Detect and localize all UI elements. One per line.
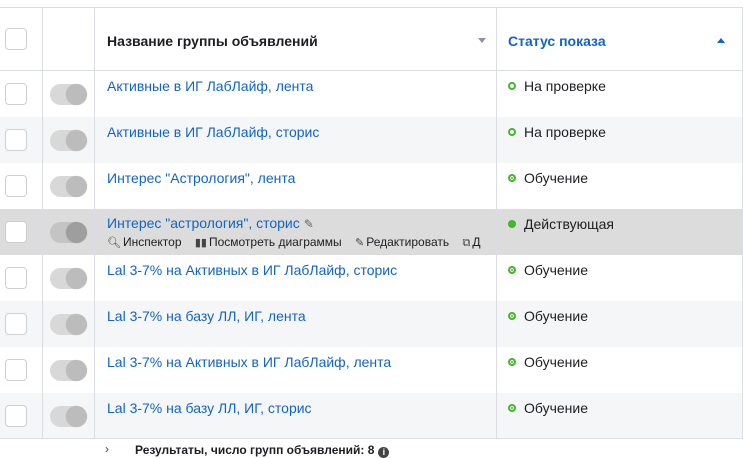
delivery-status: Обучение <box>508 400 588 416</box>
toggle-knob <box>66 314 87 335</box>
row-checkbox[interactable] <box>5 313 27 335</box>
delivery-status: Обучение <box>508 170 588 186</box>
inspector-label: Инспектор <box>122 235 182 249</box>
table-row[interactable]: Интерес "Астрология", лента Обучение <box>0 163 743 209</box>
duplicate-action[interactable]: ⧉ Д <box>462 235 480 249</box>
view-charts-label: Посмотреть диаграммы <box>208 235 342 249</box>
table-top-spacer <box>0 0 743 7</box>
row-checkbox[interactable] <box>5 405 27 427</box>
status-label: Обучение <box>524 354 589 370</box>
results-summary: Результаты, число групп объявлений: 8i <box>135 443 390 458</box>
edit-action[interactable]: ✎ Редактировать <box>355 235 449 249</box>
pencil-icon: ✎ <box>355 237 365 249</box>
row-toggle[interactable] <box>50 130 87 151</box>
table-header: Название группы объявлений Статус показа <box>0 7 743 71</box>
results-footer: › Результаты, число групп объявлений: 8i <box>0 438 743 458</box>
edit-label: Редактировать <box>366 235 450 249</box>
column-divider <box>94 7 95 457</box>
table-row[interactable]: Lal 3-7% на Активных в ИГ ЛабЛайф, лента… <box>0 347 743 393</box>
status-label: Действующая <box>524 216 615 232</box>
sort-arrow-up-icon[interactable] <box>717 38 725 43</box>
toggle-knob <box>66 406 87 427</box>
column-divider <box>496 7 497 438</box>
status-label: Обучение <box>524 308 589 324</box>
column-header-name[interactable]: Название группы объявлений <box>107 33 318 49</box>
delivery-status: На проверке <box>508 124 606 140</box>
chevron-right-icon[interactable]: › <box>105 442 109 456</box>
delivery-status: Обучение <box>508 262 588 278</box>
status-label: Обучение <box>524 262 589 278</box>
ad-set-name-link[interactable]: Интерес "Астрология", лента <box>107 170 295 186</box>
ad-set-name-link[interactable]: Lal 3-7% на базу ЛЛ, ИГ, лента <box>107 308 306 324</box>
row-checkbox[interactable] <box>5 267 27 289</box>
table-row-hovered[interactable]: Интерес "астрология", сторис ✎ 🔍︎ Инспекто… <box>0 209 743 255</box>
row-toggle[interactable] <box>50 360 87 381</box>
duplicate-icon: ⧉ <box>462 237 471 249</box>
row-checkbox[interactable] <box>5 175 27 197</box>
row-toggle[interactable] <box>50 222 87 243</box>
ad-set-name-link[interactable]: Lal 3-7% на базу ЛЛ, ИГ, сторис <box>107 400 312 416</box>
row-toggle[interactable] <box>50 406 87 427</box>
results-count-text: Результаты, число групп объявлений: 8 <box>135 443 375 457</box>
column-divider <box>42 7 43 438</box>
ad-set-name-link[interactable]: Интерес "астрология", сторис ✎ <box>107 215 314 231</box>
toggle-knob <box>66 360 87 381</box>
duplicate-label: Д <box>472 235 481 249</box>
status-target-icon <box>508 404 516 412</box>
status-ring-icon <box>508 82 516 90</box>
row-toggle[interactable] <box>50 84 87 105</box>
ad-set-name-link[interactable]: Lal 3-7% на Активных в ИГ ЛабЛайф, лента <box>107 354 391 370</box>
toggle-knob <box>66 176 87 197</box>
status-target-icon <box>508 174 516 182</box>
toggle-knob <box>66 268 87 289</box>
ad-set-name-text: Интерес "астрология", сторис <box>107 215 300 231</box>
row-checkbox[interactable] <box>5 129 27 151</box>
view-charts-action[interactable]: ▮▮ Посмотреть диаграммы <box>195 235 342 249</box>
row-actions: 🔍︎ Инспектор ▮▮ Посмотреть диаграммы ✎ Реда… <box>107 235 485 250</box>
delivery-status: Обучение <box>508 354 588 370</box>
table-row[interactable]: Активные в ИГ ЛабЛайф, сторис На проверк… <box>0 117 743 163</box>
status-label: На проверке <box>524 78 606 94</box>
status-label: Обучение <box>524 170 589 186</box>
ad-set-name-link[interactable]: Lal 3-7% на Активных в ИГ ЛабЛайф, стори… <box>107 262 397 278</box>
status-target-icon <box>508 358 516 366</box>
bar-chart-icon: ▮▮ <box>194 237 207 249</box>
toggle-knob <box>66 222 87 243</box>
table-row[interactable]: Lal 3-7% на Активных в ИГ ЛабЛайф, стори… <box>0 255 743 301</box>
status-active-icon <box>508 220 516 228</box>
delivery-status: Действующая <box>508 216 614 232</box>
table-row[interactable]: Lal 3-7% на базу ЛЛ, ИГ, лента Обучение <box>0 301 743 347</box>
status-ring-icon <box>508 128 516 136</box>
status-target-icon <box>508 312 516 320</box>
delivery-status: Обучение <box>508 308 588 324</box>
row-checkbox[interactable] <box>5 221 27 243</box>
status-label: На проверке <box>524 124 606 140</box>
magnifier-icon: 🔍︎ <box>107 237 121 249</box>
row-checkbox[interactable] <box>5 83 27 105</box>
column-header-status[interactable]: Статус показа <box>508 33 606 49</box>
status-label: Обучение <box>524 400 589 416</box>
table-row[interactable]: Активные в ИГ ЛабЛайф, лента На проверке <box>0 71 743 117</box>
ad-set-name-link[interactable]: Активные в ИГ ЛабЛайф, лента <box>107 78 313 94</box>
toggle-knob <box>66 84 87 105</box>
ad-set-name-link[interactable]: Активные в ИГ ЛабЛайф, сторис <box>107 124 319 140</box>
inspector-action[interactable]: 🔍︎ Инспектор <box>107 235 182 249</box>
row-toggle[interactable] <box>50 314 87 335</box>
row-toggle[interactable] <box>50 176 87 197</box>
status-target-icon <box>508 266 516 274</box>
info-icon[interactable]: i <box>378 447 390 458</box>
delivery-status: На проверке <box>508 78 606 94</box>
select-all-checkbox[interactable] <box>5 28 27 50</box>
toggle-knob <box>66 130 87 151</box>
table-row[interactable]: Lal 3-7% на базу ЛЛ, ИГ, сторис Обучение <box>0 393 743 439</box>
row-checkbox[interactable] <box>5 359 27 381</box>
rename-pencil-icon[interactable]: ✎ <box>304 217 314 231</box>
sort-arrow-down-icon[interactable] <box>478 38 486 43</box>
row-toggle[interactable] <box>50 268 87 289</box>
